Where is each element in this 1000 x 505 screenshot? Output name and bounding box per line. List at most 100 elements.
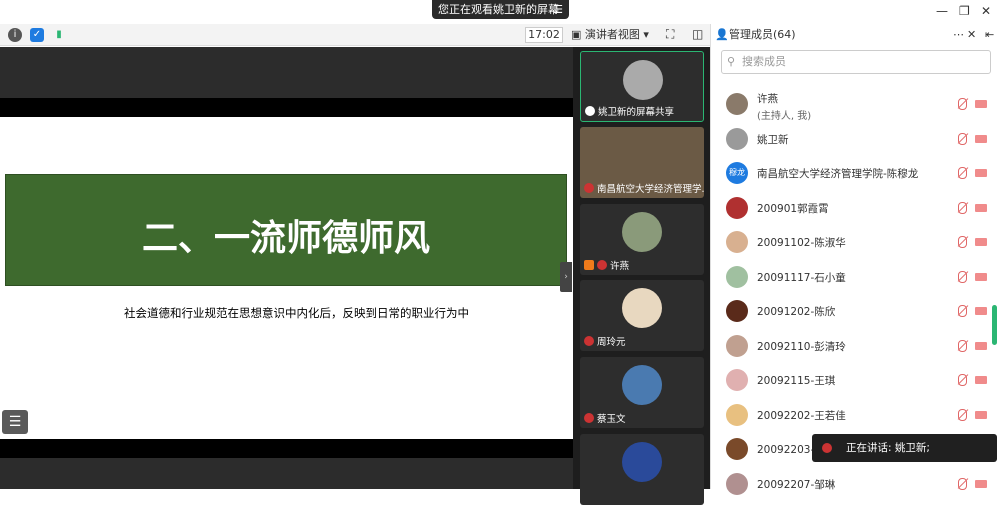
member-row[interactable]: 20092207-邹琳 (711, 467, 993, 501)
avatar (726, 334, 748, 357)
video-tile[interactable]: 姚卫新的屏幕共享 (580, 51, 704, 122)
mic-muted-icon[interactable] (958, 201, 967, 214)
speaking-text: 正在讲话: 姚卫新; (846, 442, 930, 454)
meeting-timer: 17:02 (525, 27, 563, 43)
mic-muted-icon (584, 336, 594, 346)
signal-icon: ▮ (56, 29, 62, 40)
list-icon[interactable]: ☰ (2, 410, 28, 434)
view-mode-dropdown[interactable]: ▣ 演讲者视图 ▾ (571, 27, 656, 43)
member-row[interactable]: 20092110-彭清玲 (711, 329, 993, 363)
screen-share-icon (585, 106, 595, 116)
mic-muted-icon[interactable] (958, 270, 967, 283)
mic-muted-icon[interactable] (958, 305, 967, 317)
camera-off-icon[interactable] (975, 341, 987, 350)
mic-muted-icon[interactable] (958, 98, 967, 110)
slide-title: 二、一流师德师风 (141, 217, 430, 259)
mic-muted-icon[interactable] (958, 132, 967, 145)
layout-icon: ▣ (571, 28, 585, 41)
member-row[interactable]: 姚卫新 (711, 122, 993, 156)
mic-muted-icon[interactable] (958, 374, 967, 386)
video-strip: 姚卫新的屏幕共享 南昌航空大学经济管理学... 许燕 周玲元 蔡玉文 (573, 47, 710, 505)
tile-label: 周玲元 (584, 334, 626, 348)
panel-title: 管理成员(64) (729, 28, 796, 41)
mic-muted-icon[interactable] (958, 339, 967, 352)
avatar (622, 288, 662, 328)
close-icon[interactable]: ✕ (981, 4, 991, 18)
shared-screen-area: 二、一流师德师风 社会道德和行业规范在思想意识中内化后，反映到日常的职业行为中 … (0, 47, 573, 489)
member-name: 20092110-彭清玲 (757, 340, 846, 353)
member-row[interactable]: 20092202-王若佳 (711, 398, 993, 432)
tile-label: 蔡玉文 (584, 411, 626, 425)
mic-muted-icon[interactable] (958, 408, 967, 421)
mic-muted-icon[interactable] (958, 477, 967, 490)
video-tile[interactable]: 周玲元 (580, 280, 704, 351)
scrollbar[interactable] (992, 305, 997, 345)
mic-muted-icon[interactable] (958, 167, 967, 179)
screen-share-banner[interactable]: 您正在观看姚卫新的屏幕 ☰ (432, 0, 569, 19)
member-row[interactable]: 20091102-陈淑华 (711, 225, 993, 259)
member-name: 许燕 (757, 93, 778, 105)
member-name: 20091102-陈淑华 (757, 237, 846, 249)
video-tile[interactable]: 许燕 (580, 204, 704, 275)
member-row[interactable]: 20092115-王琪 (711, 363, 993, 397)
camera-off-icon[interactable] (975, 134, 987, 143)
letterbox-top (0, 98, 573, 117)
avatar (623, 60, 663, 100)
more-icon[interactable]: ⋯ (953, 24, 964, 46)
member-row[interactable]: 穆龙 南昌航空大学经济管理学院-陈穆龙 (711, 156, 993, 190)
camera-off-icon[interactable] (975, 307, 987, 315)
member-role: (主持人, 我) (757, 111, 812, 122)
avatar (726, 265, 748, 288)
meeting-toolbar: i ✓ ▮ 17:02 ▣ 演讲者视图 ▾ ⛶ ◫ (0, 24, 710, 46)
video-tile[interactable]: 南昌航空大学经济管理学... (580, 127, 704, 198)
member-name: 南昌航空大学经济管理学院-陈穆龙 (757, 168, 919, 180)
pin-icon[interactable]: ⇤ (985, 24, 994, 46)
close-panel-icon[interactable]: ✕ (967, 24, 976, 46)
minimize-icon[interactable]: — (936, 4, 948, 18)
host-icon (584, 260, 594, 270)
fullscreen-icon[interactable]: ⛶ (666, 27, 674, 42)
tile-label: 许燕 (584, 258, 629, 272)
camera-off-icon[interactable] (975, 410, 987, 419)
video-tile[interactable] (580, 434, 704, 505)
avatar (622, 442, 662, 482)
mic-muted-icon (597, 260, 607, 270)
member-name: 20092207-邹琳 (757, 478, 836, 491)
member-row[interactable]: 20091117-石小童 (711, 260, 993, 294)
member-name: 姚卫新 (757, 133, 789, 146)
search-placeholder: 搜索成员 (742, 55, 786, 68)
restore-icon[interactable]: ❐ (959, 4, 970, 18)
avatar (726, 472, 748, 495)
speaker-icon (822, 443, 832, 453)
speaking-indicator: 正在讲话: 姚卫新; (812, 434, 997, 462)
chevron-right-icon[interactable]: › (560, 262, 572, 292)
info-icon[interactable]: i (8, 28, 22, 42)
share-banner-text: 您正在观看姚卫新的屏幕 (438, 3, 559, 16)
avatar (726, 403, 748, 426)
camera-off-icon[interactable] (975, 203, 987, 212)
member-row[interactable]: 许燕 (主持人, 我) (711, 87, 993, 122)
camera-off-icon[interactable] (975, 479, 987, 488)
avatar (726, 196, 748, 219)
member-row[interactable]: 20091202-陈欣 (711, 294, 993, 328)
slide-subtitle: 社会道德和行业规范在思想意识中内化后，反映到日常的职业行为中 (124, 306, 469, 320)
avatar (726, 300, 748, 322)
shield-icon[interactable]: ✓ (30, 28, 44, 42)
camera-off-icon[interactable] (975, 376, 987, 384)
mic-muted-icon[interactable] (958, 236, 967, 248)
video-tile[interactable]: 蔡玉文 (580, 357, 704, 428)
window-titlebar: 您正在观看姚卫新的屏幕 ☰ — ❐ ✕ (0, 0, 1000, 24)
member-row[interactable]: 200901郭霞霄 (711, 191, 993, 225)
camera-off-icon[interactable] (975, 100, 987, 108)
avatar (622, 212, 662, 252)
sidebar-toggle-icon[interactable]: ◫ (692, 27, 703, 41)
camera-off-icon[interactable] (975, 238, 987, 246)
menu-icon[interactable]: ☰ (553, 0, 563, 19)
avatar (726, 93, 748, 115)
avatar (726, 127, 748, 150)
camera-off-icon[interactable] (975, 169, 987, 177)
camera-off-icon[interactable] (975, 272, 987, 281)
search-input[interactable]: ⚲ 搜索成员 (721, 50, 991, 74)
member-name: 20092115-王琪 (757, 375, 836, 387)
mic-muted-icon (584, 413, 594, 423)
